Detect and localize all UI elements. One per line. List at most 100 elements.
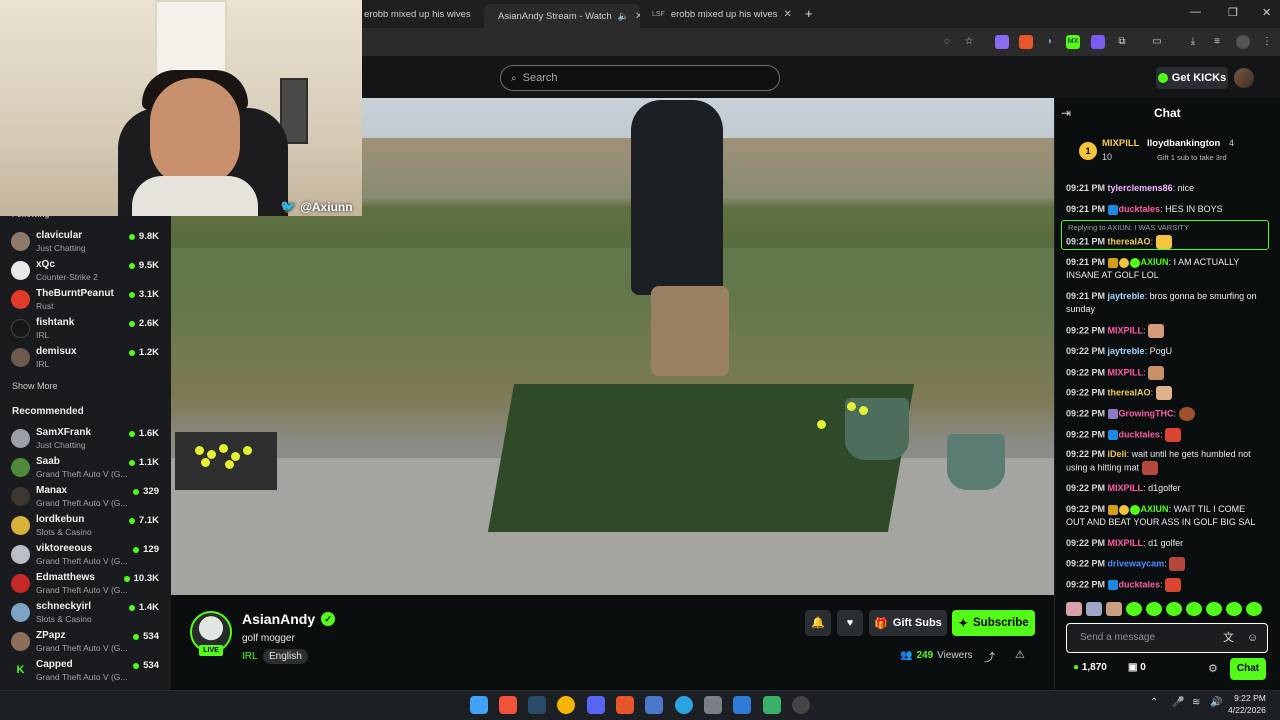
get-kicks-button[interactable]: Get KICKs [1156, 67, 1228, 89]
app-icon[interactable] [645, 696, 663, 714]
follow-heart-button[interactable]: ♥ [837, 610, 863, 636]
close-tab-icon[interactable]: ✕ [635, 11, 640, 22]
share-icon[interactable]: ⤴ [984, 649, 995, 665]
gift-subs-button[interactable]: 🎁 Gift Subs [869, 610, 947, 636]
language-tag[interactable]: English [263, 649, 308, 664]
kick-emote-icon[interactable] [1126, 602, 1142, 616]
gift-note: Gift 1 sub to take 3rd [1157, 153, 1227, 162]
wifi-icon[interactable]: ≋ [1192, 697, 1200, 708]
sidebar-channel[interactable]: xQc Counter-Strike 2 9.5K [0, 257, 171, 285]
browser-tab[interactable]: erobb mixed up his wives : r/Li [356, 4, 474, 24]
speaker-icon[interactable]: 🔈 [618, 11, 629, 22]
sidebar-channel[interactable]: ZPapz Grand Theft Auto V (G... 534 [0, 628, 171, 656]
kick-emote-icon[interactable] [1146, 602, 1162, 616]
sidebar-channel[interactable]: demisux IRL 1.2K [0, 344, 171, 372]
app-icon[interactable] [792, 696, 810, 714]
translate-icon[interactable]: 文 [1223, 624, 1234, 652]
brave-browser-icon[interactable] [499, 696, 517, 714]
discord-icon[interactable] [587, 696, 605, 714]
search-input[interactable]: ⌕ Search [500, 65, 780, 91]
puzzle-icon[interactable]: ⧉ [1115, 35, 1129, 49]
viewer-count: 534 [133, 631, 159, 642]
volume-icon[interactable]: 🔊 [1210, 697, 1222, 708]
steam-icon[interactable] [528, 696, 546, 714]
streamer-name[interactable]: AsianAndy ✓ [242, 611, 336, 627]
telegram-icon[interactable] [675, 696, 693, 714]
close-window-icon[interactable]: ✕ [1262, 6, 1271, 19]
kicks-icon: ● [1073, 662, 1080, 673]
download-icon[interactable]: ⤓ [1186, 35, 1200, 49]
sidebar-channel[interactable]: TheBurntPeanut Rust 3.1K [0, 286, 171, 314]
emote-icon[interactable] [1086, 602, 1102, 616]
emote-icon[interactable] [1106, 602, 1122, 616]
kick-emote-icon[interactable] [1246, 602, 1262, 616]
sidebar-channel[interactable]: Edmatthews Grand Theft Auto V (G... 10.3… [0, 570, 171, 598]
gift-leaderboard: 1 MIXPILL 10 lloydbankington 4 Gift 1 su… [1073, 132, 1269, 172]
chat-message: 09:22 PM GrowingTHC: [1066, 407, 1266, 421]
show-more-link[interactable]: Show More [12, 381, 58, 391]
taskbar-clock[interactable]: 9:22 PM 4/22/2026 [1228, 692, 1266, 716]
sidebar-icon[interactable]: ▭ [1150, 35, 1164, 49]
kicks-balance[interactable]: ● 1,870 [1073, 662, 1107, 673]
star-icon[interactable]: ☆ [962, 35, 976, 49]
chat-message: 09:22 PM therealAO: [1066, 386, 1266, 400]
browser-tab[interactable]: LSF erobb mixed up his wives ✕ [644, 4, 798, 24]
profile-icon[interactable] [1236, 35, 1250, 49]
report-warning-icon[interactable]: ⚠ [1015, 648, 1025, 661]
kick-emote-icon[interactable] [1206, 602, 1222, 616]
app-icon[interactable] [733, 696, 751, 714]
notification-bell-button[interactable]: 🔔 [805, 610, 831, 636]
stream-category-link[interactable]: IRL [242, 651, 258, 662]
reward-chest[interactable]: ▣ 0 [1128, 662, 1146, 673]
reading-list-icon[interactable]: ≡ [1210, 35, 1224, 49]
kick-emote-icon[interactable] [1166, 602, 1182, 616]
extension-icon[interactable]: ◗ [1043, 35, 1057, 49]
kick-emote-icon[interactable] [1226, 602, 1242, 616]
sidebar-channel[interactable]: SamXFrank Just Chatting 1.6K [0, 425, 171, 453]
menu-dots-icon[interactable]: ⋮ [1260, 35, 1274, 49]
restore-icon[interactable]: ❐ [1228, 6, 1238, 19]
chat-message: 09:21 PM ducktales: HES IN BOYS [1066, 204, 1223, 215]
sidebar-channel[interactable]: clavicular Just Chatting 9.8K [0, 228, 171, 256]
app-m-icon[interactable] [616, 696, 634, 714]
extension-icon[interactable] [1091, 35, 1105, 49]
emote-quick-bar [1066, 602, 1266, 618]
collapse-chat-icon[interactable]: ⇥ [1061, 106, 1071, 120]
chat-send-button[interactable]: Chat [1230, 658, 1266, 680]
eye-off-icon[interactable]: ◌ [940, 35, 954, 49]
windows-start-icon[interactable] [470, 696, 488, 714]
kick-emote-icon[interactable] [1186, 602, 1202, 616]
sidebar-channel[interactable]: fishtank IRL 2.6K [0, 315, 171, 343]
live-dot-icon [133, 488, 140, 495]
emoji-icon[interactable]: ☺ [1247, 624, 1258, 652]
close-tab-icon[interactable]: ✕ [784, 9, 792, 20]
extension-icon[interactable] [995, 35, 1009, 49]
users-icon: 👥 [900, 650, 913, 661]
new-tab-button[interactable]: + [805, 6, 813, 21]
chat-settings-gear-icon[interactable]: ⚙ [1208, 662, 1218, 675]
sidebar-channel[interactable]: viktoreeous Grand Theft Auto V (G... 129 [0, 541, 171, 569]
search-icon: ⌕ [511, 72, 517, 84]
user-avatar[interactable] [1234, 68, 1254, 88]
extension-icon[interactable] [1019, 35, 1033, 49]
sidebar-channel[interactable]: K Capped Grand Theft Auto V (G... 534 [0, 657, 171, 685]
browser-tab-active[interactable]: AsianAndy Stream - Watch 🔈 ✕ [484, 4, 640, 28]
sidebar-channel[interactable]: schneckyirl Slots & Casino 1.4K [0, 599, 171, 627]
emote-icon[interactable] [1066, 602, 1082, 616]
tray-chevron-icon[interactable]: ⌃ [1150, 697, 1158, 708]
kick-extension-icon[interactable]: MX [1066, 35, 1080, 49]
microphone-icon[interactable]: 🎤 [1172, 697, 1184, 708]
minimize-icon[interactable]: — [1190, 6, 1201, 18]
chat-message-input[interactable]: Send a message 文 ☺ [1066, 623, 1268, 653]
settings-icon[interactable] [704, 696, 722, 714]
sidebar-channel[interactable]: lordkebun Slots & Casino 7.1K [0, 512, 171, 540]
sidebar-channel[interactable]: Manax Grand Theft Auto V (G... 329 [0, 483, 171, 511]
channel-name: lordkebun [36, 514, 85, 525]
leaderboard-user: MIXPILL [1102, 138, 1140, 149]
chat-input-placeholder: Send a message [1080, 632, 1156, 643]
sidebar-channel[interactable]: Saab Grand Theft Auto V (G... 1.1K [0, 454, 171, 482]
subscribe-button[interactable]: ✦ Subscribe [952, 610, 1035, 636]
viewer-count: 329 [133, 486, 159, 497]
notepad-icon[interactable] [763, 696, 781, 714]
chrome-icon[interactable] [557, 696, 575, 714]
